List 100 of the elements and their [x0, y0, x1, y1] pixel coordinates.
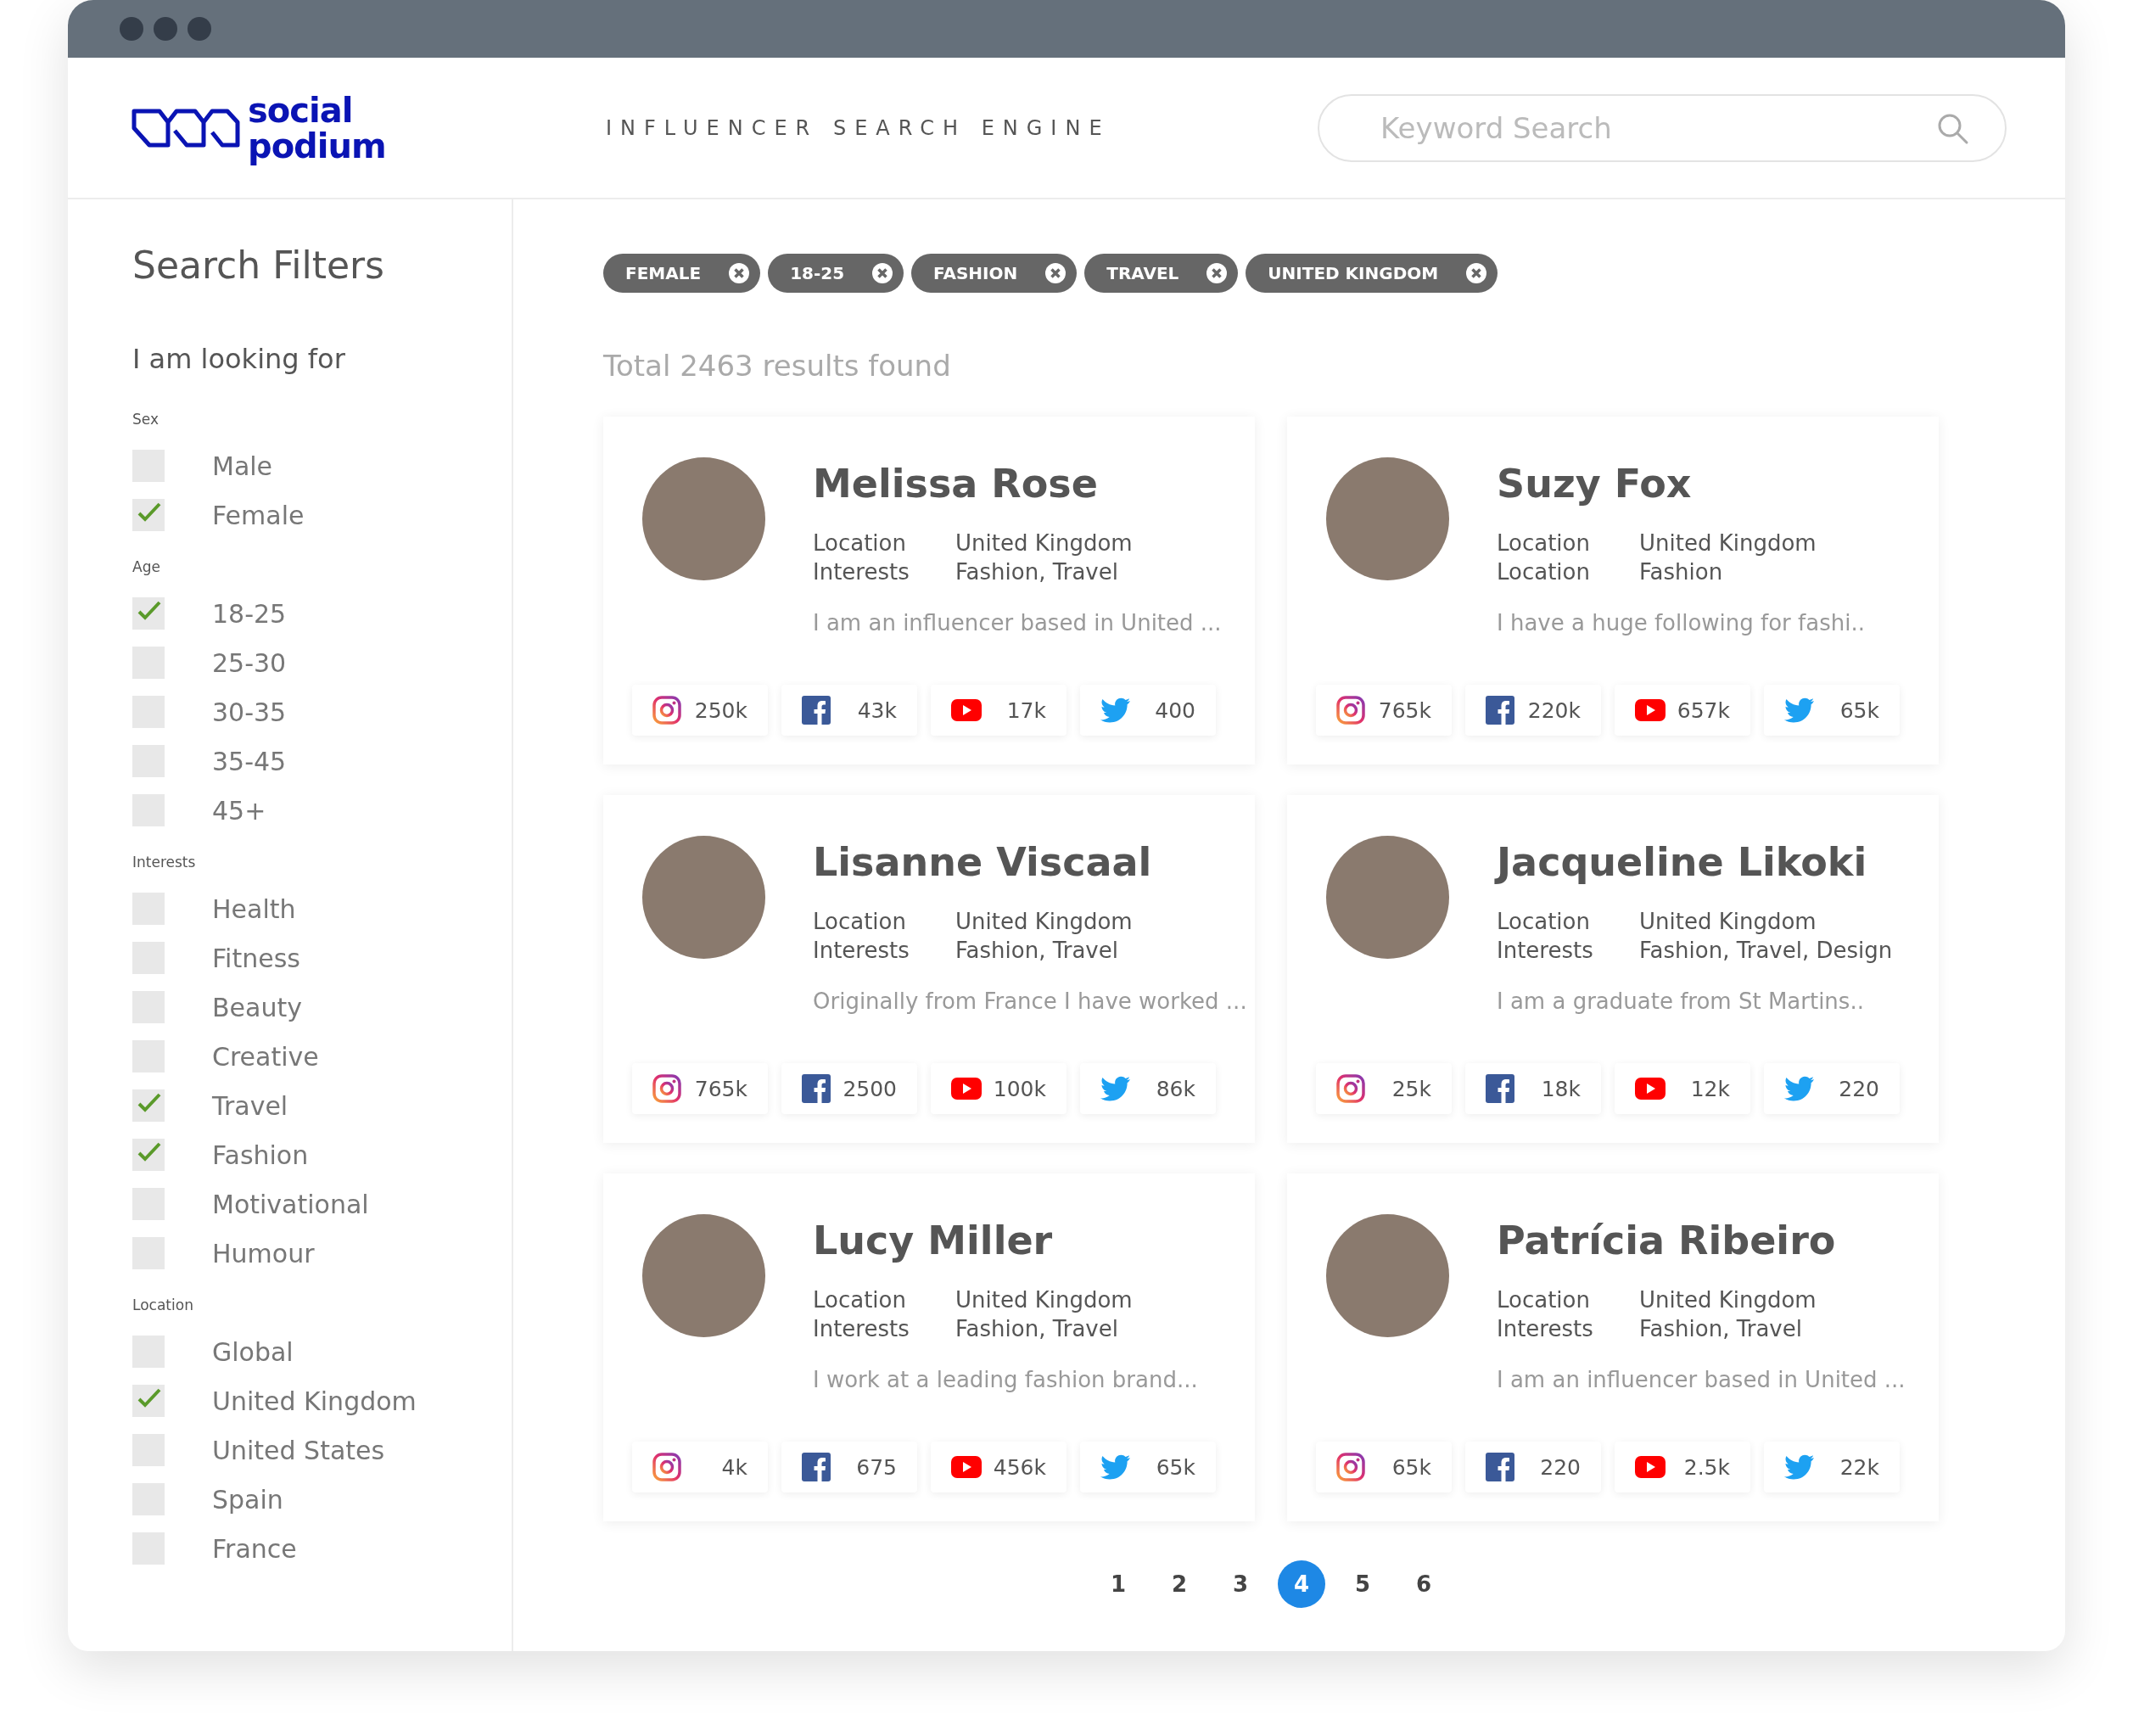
twitter-icon[interactable]: [1784, 697, 1815, 723]
chip-label: FEMALE: [625, 263, 702, 283]
bio-text: I am an influencer based in United ...: [1497, 1367, 1906, 1392]
remove-icon[interactable]: [1206, 262, 1229, 284]
detail-label: Location: [813, 529, 907, 557]
follower-count: 456k: [993, 1454, 1046, 1480]
checkbox-label[interactable]: 25-30: [212, 647, 287, 678]
checkbox-label[interactable]: 18-25: [212, 598, 287, 629]
checkbox[interactable]: [132, 1139, 165, 1171]
follower-count: 25k: [1391, 1076, 1431, 1101]
checkbox[interactable]: [132, 1385, 165, 1417]
follower-count: 65k: [1391, 1454, 1431, 1480]
twitter-icon[interactable]: [1100, 1076, 1131, 1101]
instagram-icon[interactable]: [1336, 696, 1365, 725]
instagram-icon[interactable]: [652, 696, 681, 725]
bio-text: I am an influencer based in United ...: [813, 610, 1222, 636]
window-dot[interactable]: [188, 17, 211, 41]
youtube-icon[interactable]: [951, 1456, 982, 1478]
twitter-icon[interactable]: [1100, 1454, 1131, 1480]
detail-value: Fashion, Travel: [1639, 1315, 1803, 1343]
facebook-icon[interactable]: [1486, 1453, 1514, 1481]
twitter-icon[interactable]: [1784, 1454, 1815, 1480]
page-link[interactable]: 3: [1217, 1560, 1264, 1608]
detail-label: Interests: [1497, 937, 1594, 965]
instagram-icon[interactable]: [652, 1453, 681, 1481]
checkbox-label[interactable]: 35-45: [212, 746, 287, 776]
influencer-name: Suzy Fox: [1497, 461, 1693, 507]
bio-text: Originally from France I have worked ...: [813, 988, 1247, 1014]
remove-icon[interactable]: [1044, 262, 1067, 284]
checkbox-label[interactable]: France: [212, 1533, 297, 1564]
sidebar-subtitle: I am looking for: [132, 343, 346, 375]
remove-icon[interactable]: [728, 262, 751, 284]
checkbox-label[interactable]: 30-35: [212, 697, 287, 727]
instagram-icon[interactable]: [1336, 1453, 1365, 1481]
window-dot[interactable]: [154, 17, 177, 41]
checkbox-label[interactable]: Fashion: [212, 1140, 309, 1170]
youtube-icon[interactable]: [1635, 699, 1666, 721]
detail-label: Location: [1497, 908, 1591, 936]
sidebar-title: Search Filters: [132, 244, 386, 287]
detail-label: Location: [813, 1286, 907, 1314]
influencer-card[interactable]: Patrícia Ribeiro Location United Kingdom Interests Fashion, Travel I am an influencer based in United ... 65k 220 2.5k 22k: [1287, 1173, 1939, 1521]
page-link[interactable]: 5: [1339, 1560, 1386, 1608]
follower-count: 22k: [1839, 1454, 1879, 1480]
facebook-icon[interactable]: [802, 696, 831, 725]
detail-value: Fashion, Travel, Design: [1639, 937, 1893, 965]
checkbox-label[interactable]: Female: [212, 500, 305, 530]
checkbox-label[interactable]: Humour: [212, 1238, 315, 1268]
checkbox-label[interactable]: Health: [212, 893, 296, 924]
window-dot[interactable]: [120, 17, 143, 41]
checkbox-label[interactable]: Male: [212, 451, 273, 481]
influencer-card[interactable]: Lucy Miller Location United Kingdom Interests Fashion, Travel I work at a leading fashion brand... 4k 675 456k 65k: [603, 1173, 1255, 1521]
influencer-card[interactable]: Jacqueline Likoki Location United Kingdom Interests Fashion, Travel, Design I am a graduate from St Martins.. 25k 18k 12k 220: [1287, 795, 1939, 1143]
checkbox-label[interactable]: United Kingdom: [212, 1386, 417, 1416]
checkbox-label[interactable]: Beauty: [212, 992, 302, 1022]
filter-group-heading: Interests: [132, 854, 197, 871]
remove-icon[interactable]: [871, 262, 894, 284]
youtube-icon[interactable]: [951, 699, 982, 721]
follower-count: 400: [1155, 697, 1195, 723]
checkbox[interactable]: [132, 1089, 165, 1122]
checkbox-label[interactable]: Spain: [212, 1484, 283, 1515]
influencer-name: Lisanne Viscaal: [813, 839, 1153, 885]
influencer-card[interactable]: Suzy Fox Location United Kingdom Location Fashion I have a huge following for fashi.. 765k 220k 657k 65k: [1287, 417, 1939, 764]
detail-label: Interests: [813, 937, 910, 965]
follower-count: 765k: [694, 1076, 747, 1101]
checkbox[interactable]: [132, 597, 165, 630]
youtube-icon[interactable]: [1635, 1456, 1666, 1478]
follower-count: 220k: [1527, 697, 1581, 723]
follower-count: 2.5k: [1683, 1454, 1730, 1480]
page-link[interactable]: 1: [1094, 1560, 1142, 1608]
chip-label: FASHION: [933, 263, 1018, 283]
instagram-icon[interactable]: [1336, 1074, 1365, 1103]
facebook-icon[interactable]: [802, 1074, 831, 1103]
twitter-icon[interactable]: [1784, 1076, 1815, 1101]
follower-count: 65k: [1839, 697, 1879, 723]
facebook-icon[interactable]: [1486, 1074, 1514, 1103]
page-link[interactable]: 6: [1400, 1560, 1447, 1608]
search-field[interactable]: Keyword Search: [1318, 93, 2007, 162]
facebook-icon[interactable]: [1486, 696, 1514, 725]
page-link[interactable]: 2: [1156, 1560, 1203, 1608]
influencer-card[interactable]: Lisanne Viscaal Location United Kingdom Interests Fashion, Travel Originally from France I have worked ... 765k 2500 100k 86k: [603, 795, 1255, 1143]
follower-count: 17k: [1006, 697, 1046, 723]
checkbox-label[interactable]: Travel: [212, 1090, 288, 1121]
checkbox-label[interactable]: Creative: [212, 1041, 319, 1072]
facebook-icon[interactable]: [802, 1453, 831, 1481]
influencer-card[interactable]: Melissa Rose Location United Kingdom Interests Fashion, Travel I am an influencer based in United ... 250k 43k 17k 400: [603, 417, 1255, 764]
checkbox-label[interactable]: 45+: [212, 795, 266, 826]
detail-value: Fashion, Travel: [955, 1315, 1119, 1343]
page-link[interactable]: 4: [1278, 1560, 1325, 1608]
checkbox-label[interactable]: Global: [212, 1336, 294, 1367]
checkbox-label[interactable]: United States: [212, 1435, 385, 1465]
logo-text[interactable]: social podium: [248, 92, 386, 164]
youtube-icon[interactable]: [951, 1078, 982, 1100]
checkbox[interactable]: [132, 499, 165, 531]
checkbox-label[interactable]: Motivational: [212, 1189, 369, 1219]
checkbox-label[interactable]: Fitness: [212, 943, 300, 973]
youtube-icon[interactable]: [1635, 1078, 1666, 1100]
twitter-icon[interactable]: [1100, 697, 1131, 723]
instagram-icon[interactable]: [652, 1074, 681, 1103]
filter-group-heading: Age: [132, 558, 161, 575]
remove-icon[interactable]: [1465, 262, 1488, 284]
